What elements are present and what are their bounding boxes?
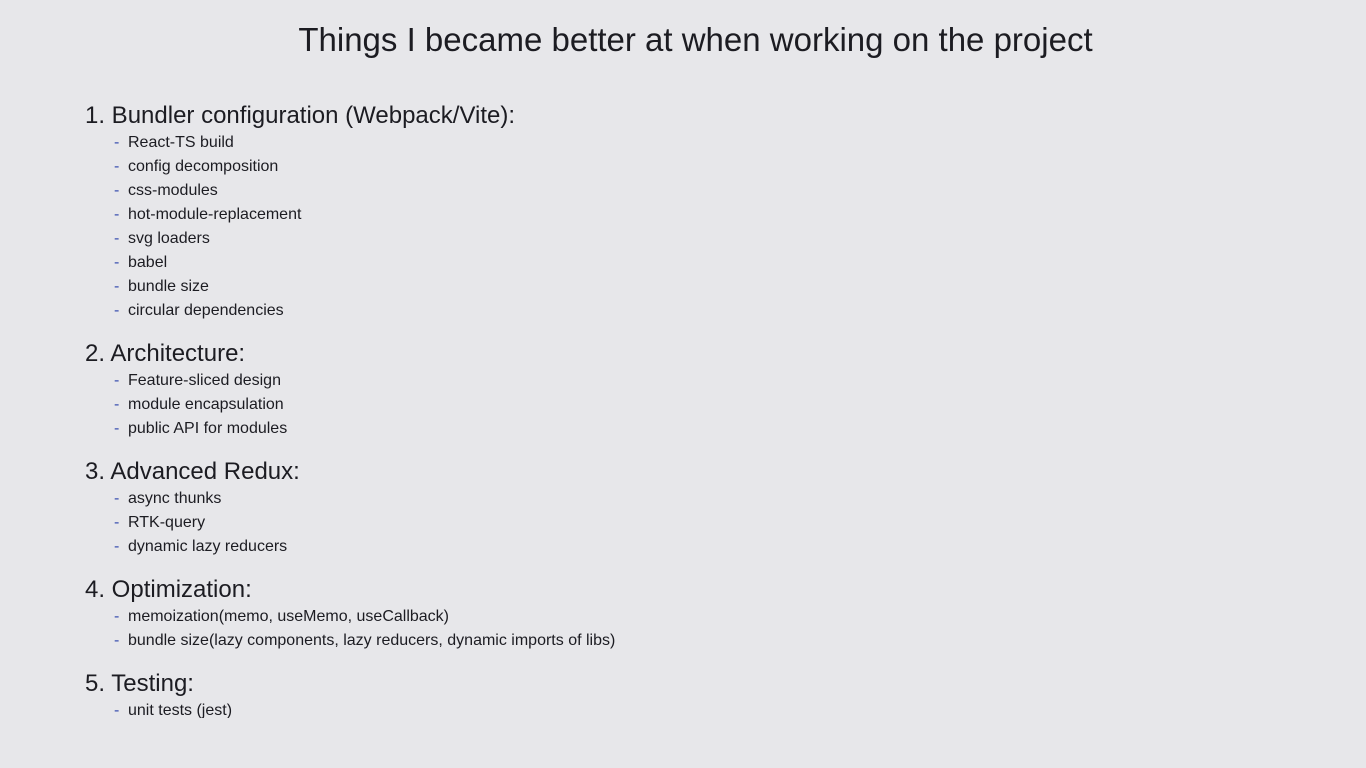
- list-item: - RTK-query: [114, 511, 615, 535]
- bullet-dash: -: [114, 254, 120, 271]
- bullet-dash: -: [114, 134, 120, 151]
- list-item-label: React-TS build: [128, 134, 234, 151]
- bullet-dash: -: [114, 158, 120, 175]
- section-items: - Feature-sliced design - module encapsula…: [85, 369, 615, 441]
- list-item-label: async thunks: [128, 490, 222, 507]
- list-item: - unit tests (jest): [114, 699, 615, 718]
- bullet-dash: -: [114, 538, 120, 555]
- section-items: - unit tests (jest): [85, 699, 615, 718]
- content-viewport: 1. Bundler configuration (Webpack/Vite):…: [0, 0, 1366, 718]
- bullet-dash: -: [114, 514, 120, 531]
- list-item-label: RTK-query: [128, 514, 206, 531]
- list-item: - async thunks: [114, 487, 615, 511]
- list-item: - dynamic lazy reducers: [114, 535, 615, 559]
- section-items: - React-TS build - config decomposition -c…: [85, 131, 615, 323]
- list-item: - babel: [114, 251, 615, 275]
- list-item-label: unit tests (jest): [128, 702, 233, 718]
- bullet-dash: -: [114, 490, 120, 507]
- list-item-label: public API for modules: [128, 420, 288, 437]
- list-item-label: css-modules: [128, 182, 218, 199]
- bullet-dash: -: [114, 396, 120, 413]
- list-item-label: svg loaders: [128, 230, 210, 247]
- bullet-dash: -: [114, 302, 120, 319]
- bullet-dash: -: [114, 372, 120, 389]
- list-item-label: circular dependencies: [128, 302, 284, 319]
- list-item-label: memoization(memo, useMemo, useCallback): [128, 608, 449, 625]
- list-item-label: bundle size: [128, 278, 209, 295]
- section-bundler: 1. Bundler configuration (Webpack/Vite):…: [85, 101, 615, 323]
- section-architecture: 2. Architecture: - Feature-sliced design …: [85, 339, 615, 441]
- list-item: - React-TS build: [114, 131, 615, 155]
- bullet-dash: -: [114, 608, 120, 625]
- section-items: - memoization(memo, useMemo, useCallback)…: [85, 605, 615, 653]
- list-item: - bundle size: [114, 275, 615, 299]
- section-heading: 1. Bundler configuration (Webpack/Vite):: [85, 102, 516, 129]
- list-item-label: babel: [128, 254, 168, 271]
- list-item: - public API for modules: [114, 417, 615, 441]
- bullet-dash: -: [114, 420, 120, 437]
- list-item: - config decomposition: [114, 155, 615, 179]
- section-testing: 5. Testing: - unit tests (jest): [85, 669, 615, 718]
- section-heading: 3. Advanced Redux:: [85, 458, 300, 485]
- topics-list: 1. Bundler configuration (Webpack/Vite):…: [85, 101, 615, 718]
- list-item: - css-modules: [114, 179, 615, 203]
- section-heading: 5. Testing:: [85, 670, 194, 697]
- section-redux: 3. Advanced Redux: - async thunks - RTK-qu…: [85, 457, 615, 559]
- list-item: - hot-module-replacement: [114, 203, 615, 227]
- bullet-dash: -: [114, 702, 120, 718]
- list-item: - bundle size(lazy components, lazy reduc…: [114, 629, 615, 653]
- bullet-dash: -: [114, 632, 120, 649]
- list-item: - module encapsulation: [114, 393, 615, 417]
- list-item: - Feature-sliced design: [114, 369, 615, 393]
- bullet-dash: -: [114, 182, 120, 199]
- list-item: - memoization(memo, useMemo, useCallback): [114, 605, 615, 629]
- list-item-label: bundle size(lazy components, lazy reduce…: [128, 632, 616, 649]
- section-items: - async thunks - RTK-query - dynamic lazy r…: [85, 487, 615, 559]
- list-item-label: module encapsulation: [128, 396, 284, 413]
- list-item-label: config decomposition: [128, 158, 279, 175]
- list-item-label: hot-module-replacement: [128, 206, 302, 223]
- bullet-dash: -: [114, 278, 120, 295]
- bullet-dash: -: [114, 230, 120, 247]
- list-item: - svg loaders: [114, 227, 615, 251]
- section-optimization: 4. Optimization: - memoization(memo, useM…: [85, 575, 615, 653]
- list-item-label: Feature-sliced design: [128, 372, 281, 389]
- list-item-label: dynamic lazy reducers: [128, 538, 288, 555]
- section-heading: 2. Architecture:: [85, 340, 246, 367]
- bullet-dash: -: [114, 206, 120, 223]
- section-heading: 4. Optimization:: [85, 576, 252, 603]
- list-item: - circular dependencies: [114, 299, 615, 323]
